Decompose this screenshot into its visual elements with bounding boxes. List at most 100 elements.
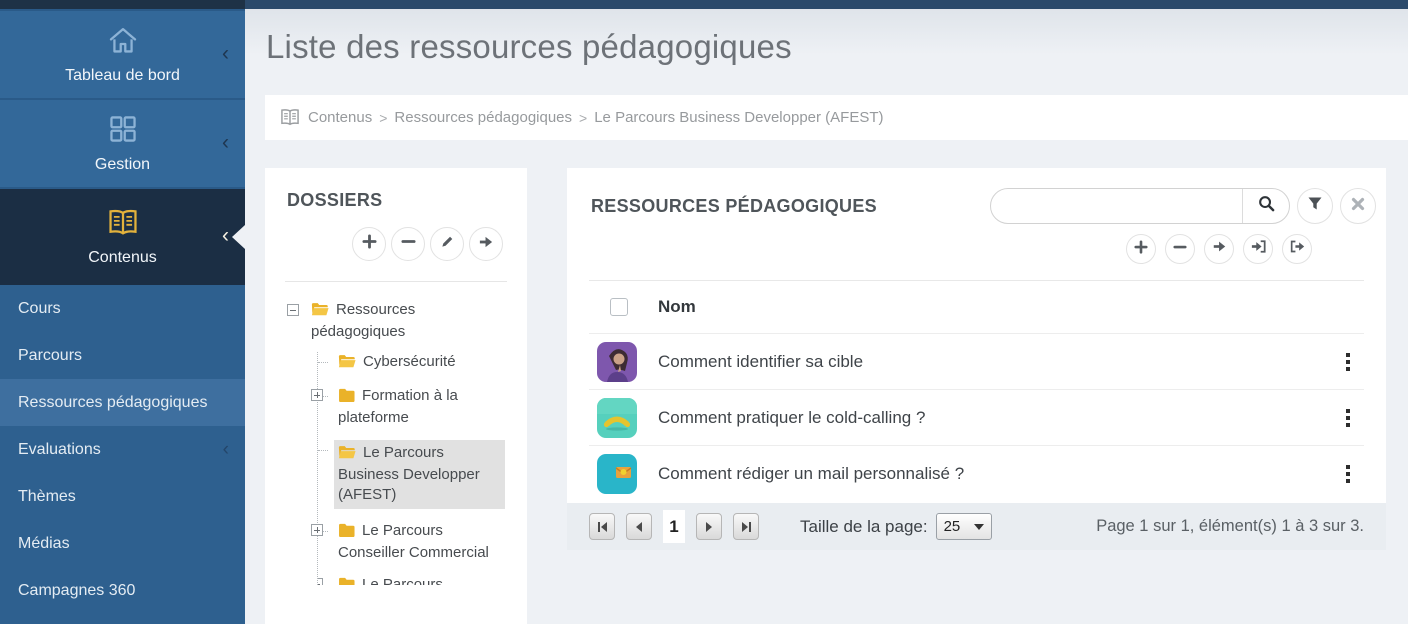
move-out-button[interactable] [1282, 234, 1312, 264]
breadcrumb-item[interactable]: Le Parcours Business Developper (AFEST) [594, 109, 883, 126]
move-folder-button[interactable] [469, 227, 503, 261]
pencil-icon [440, 234, 455, 254]
page-next-icon [706, 522, 712, 532]
sidebar-item-label: Cours [18, 300, 61, 318]
kebab-menu-icon[interactable] [1346, 353, 1350, 371]
book-icon [106, 207, 140, 242]
remove-folder-button[interactable] [391, 227, 425, 261]
tree-item-label[interactable]: Le Parcours Conseiller Commercial [338, 522, 489, 561]
sidebar-top-strip [0, 0, 245, 9]
sidebar-item-label: Evaluations [18, 441, 101, 459]
chevron-left-icon: ‹ [222, 42, 229, 63]
sidebar-item-evaluations[interactable]: Evaluations ‹ [0, 426, 245, 473]
search-input[interactable] [991, 189, 1242, 223]
resources-panel: RESSOURCES PÉDAGOGIQUES [567, 168, 1386, 550]
book-icon [279, 107, 301, 131]
tree-item-formation-plateforme[interactable]: Formation à la plateforme [318, 386, 505, 428]
sidebar-item-label: Médias [18, 535, 70, 553]
resources-toolbar [567, 224, 1386, 280]
page-next-button[interactable] [696, 513, 722, 540]
kebab-menu-icon[interactable] [1346, 465, 1350, 483]
tree-item-label[interactable]: Le Parcours Business Developper (AFEST) [338, 444, 480, 503]
expand-icon[interactable] [311, 524, 323, 536]
plus-icon [1134, 240, 1148, 259]
breadcrumb-separator: > [579, 110, 587, 126]
grid-icon [108, 114, 138, 149]
table-row[interactable]: Comment rédiger un mail personnalisé ? [589, 445, 1364, 501]
tree-item-parcours-conseiller-commercial[interactable]: Le Parcours Conseiller Commercial [318, 521, 505, 563]
divider [285, 281, 507, 282]
folder-icon [338, 577, 355, 585]
move-resource-button[interactable] [1204, 234, 1234, 264]
chevron-down-icon [974, 524, 984, 530]
page-last-button[interactable] [733, 513, 759, 540]
sidebar-item-ressources-pedagogiques[interactable]: Ressources pédagogiques [0, 379, 245, 426]
expand-icon[interactable] [311, 389, 323, 401]
search-button[interactable] [1243, 189, 1289, 223]
sidebar-item-themes[interactable]: Thèmes [0, 473, 245, 520]
dossiers-panel: DOSSIERS Ressources pédagogiques [265, 168, 527, 624]
collapse-icon[interactable] [287, 304, 299, 316]
sidebar-item-label: Parcours [18, 347, 82, 365]
sidebar-item-tableau-de-bord[interactable]: Tableau de bord ‹ [0, 9, 245, 98]
tree-item-partial[interactable]: Le Parcours [318, 575, 505, 585]
app-root: Tableau de bord ‹ Gestion ‹ Contenus ‹ C… [0, 0, 1408, 624]
resources-title: RESSOURCES PÉDAGOGIQUES [591, 196, 877, 217]
page-first-button[interactable] [589, 513, 615, 540]
sidebar-submenu: Cours Parcours Ressources pédagogiques E… [0, 285, 245, 614]
filter-icon [1307, 196, 1323, 217]
tree-item-label[interactable]: Le Parcours [362, 576, 443, 585]
page-title: Liste des ressources pédagogiques [266, 28, 792, 66]
breadcrumb-item[interactable]: Ressources pédagogiques [394, 109, 572, 126]
sidebar-item-medias[interactable]: Médias [0, 520, 245, 567]
sidebar-item-cours[interactable]: Cours [0, 285, 245, 332]
tree-item-cybersecurite[interactable]: Cybersécurité [318, 352, 505, 374]
search-icon [1258, 195, 1275, 217]
resource-name[interactable]: Comment identifier sa cible [658, 352, 1338, 372]
folder-icon [338, 523, 355, 543]
chevron-left-icon: ‹ [223, 439, 229, 461]
folder-open-icon [311, 302, 329, 322]
sidebar-item-campagnes-360[interactable]: Campagnes 360 [0, 567, 245, 614]
expand-icon[interactable] [318, 578, 323, 585]
top-bar [245, 0, 1408, 9]
chevron-left-icon: ‹ [222, 131, 229, 152]
resource-name[interactable]: Comment rédiger un mail personnalisé ? [658, 464, 1338, 484]
resource-thumbnail [597, 454, 637, 494]
tree-item-label[interactable]: Formation à la plateforme [338, 387, 458, 426]
folder-open-icon [338, 354, 356, 374]
current-page[interactable]: 1 [663, 510, 685, 543]
clear-filter-button[interactable] [1340, 188, 1376, 224]
sidebar-item-parcours[interactable]: Parcours [0, 332, 245, 379]
tree-item-parcours-business-developper[interactable]: Le Parcours Business Developper (AFEST) [318, 440, 505, 509]
breadcrumb-item[interactable]: Contenus [308, 109, 372, 126]
folder-tree: Ressources pédagogiques Cybersécurité Fo… [287, 300, 505, 585]
add-folder-button[interactable] [352, 227, 386, 261]
move-in-button[interactable] [1243, 234, 1273, 264]
breadcrumb: Contenus > Ressources pédagogiques > Le … [265, 95, 1408, 140]
dossiers-title: DOSSIERS [287, 190, 505, 211]
table-row[interactable]: Comment pratiquer le cold-calling ? [589, 389, 1364, 445]
table-row[interactable]: Comment identifier sa cible [589, 333, 1364, 389]
arrow-right-icon [478, 234, 494, 255]
select-all-checkbox[interactable] [610, 298, 628, 316]
add-resource-button[interactable] [1126, 234, 1156, 264]
search-box [990, 188, 1290, 224]
move-in-icon [1251, 239, 1266, 259]
filter-button[interactable] [1297, 188, 1333, 224]
column-header-nom: Nom [658, 297, 1338, 317]
page-prev-button[interactable] [626, 513, 652, 540]
sidebar-item-contenus[interactable]: Contenus ‹ [0, 187, 245, 285]
breadcrumb-separator: > [379, 110, 387, 126]
remove-resource-button[interactable] [1165, 234, 1195, 264]
tree-item-root[interactable]: Ressources pédagogiques Cybersécurité Fo… [287, 300, 505, 585]
edit-folder-button[interactable] [430, 227, 464, 261]
chevron-left-icon: ‹ [222, 225, 229, 246]
resource-name[interactable]: Comment pratiquer le cold-calling ? [658, 408, 1338, 428]
minus-icon [1173, 240, 1187, 259]
tree-item-label[interactable]: Cybersécurité [363, 353, 456, 370]
kebab-menu-icon[interactable] [1346, 409, 1350, 427]
page-size-select[interactable]: 25 [936, 513, 992, 540]
sidebar-item-gestion[interactable]: Gestion ‹ [0, 98, 245, 187]
clear-icon [1351, 197, 1365, 216]
